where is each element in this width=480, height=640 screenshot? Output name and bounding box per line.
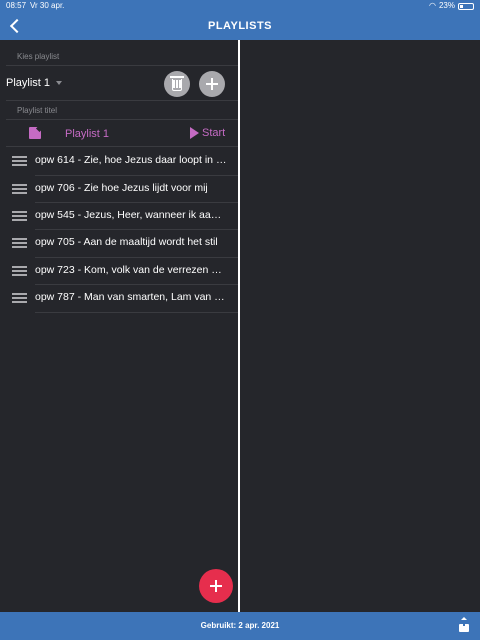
list-item-text: opw 705 - Aan de maaltijd wordt het stil <box>35 236 218 248</box>
divider <box>6 100 238 101</box>
drag-handle-icon[interactable] <box>12 293 27 303</box>
list-item[interactable]: opw 705 - Aan de maaltijd wordt het stil <box>0 229 238 256</box>
drag-handle-icon[interactable] <box>12 266 27 276</box>
battery-percentage: 23% <box>438 1 455 10</box>
list-item[interactable]: opw 787 - Man van smarten, Lam van God <box>0 284 238 311</box>
plus-icon <box>206 78 218 90</box>
list-item[interactable]: opw 706 - Zie hoe Jezus lijdt voor mij <box>0 175 238 202</box>
drag-handle-icon[interactable] <box>12 211 27 221</box>
add-playlist-button[interactable] <box>199 71 225 97</box>
used-date-label: Gebruikt: 2 apr. 2021 <box>200 621 280 630</box>
wifi-icon: ◠ <box>429 1 436 10</box>
playlist-select[interactable]: Playlist 1 <box>6 77 63 89</box>
trash-icon <box>170 76 184 91</box>
list-item[interactable]: opw 545 - Jezus, Heer, wanneer ik aan U … <box>0 202 238 229</box>
bottom-bar: Gebruikt: 2 apr. 2021 <box>0 612 480 640</box>
drag-handle-icon[interactable] <box>12 238 27 248</box>
status-time: 08:57 <box>6 1 27 10</box>
status-date: Vr 30 apr. <box>30 1 65 10</box>
list-item[interactable]: opw 723 - Kom, volk van de verrezen Heer <box>0 257 238 284</box>
add-song-button[interactable] <box>199 569 233 603</box>
choose-playlist-label: Kies playlist <box>17 52 60 61</box>
playlist-panel <box>0 40 238 612</box>
start-label: Start <box>202 127 226 139</box>
divider <box>6 119 238 120</box>
list-item-text: opw 545 - Jezus, Heer, wanneer ik aan U … <box>35 209 227 221</box>
divider <box>35 312 238 313</box>
share-button[interactable] <box>458 617 470 633</box>
battery-icon <box>458 2 474 10</box>
playlist-select-value: Playlist 1 <box>6 77 51 89</box>
delete-playlist-button[interactable] <box>164 71 190 97</box>
playlist-title-label: Playlist titel <box>17 106 58 115</box>
drag-handle-icon[interactable] <box>12 156 27 166</box>
edit-icon[interactable] <box>29 127 41 139</box>
status-bar: 08:57 Vr 30 apr. ◠ 23% <box>0 0 480 12</box>
share-arrow-icon <box>461 617 467 626</box>
start-button[interactable]: Start <box>190 127 225 139</box>
list-item-text: opw 706 - Zie hoe Jezus lijdt voor mij <box>35 182 208 194</box>
play-icon <box>190 127 199 139</box>
list-item-text: opw 723 - Kom, volk van de verrezen Heer <box>35 264 227 276</box>
page-title: PLAYLISTS <box>208 20 272 32</box>
list-item-text: opw 614 - Zie, hoe Jezus daar loopt in d… <box>35 154 227 166</box>
drag-handle-icon[interactable] <box>12 184 27 194</box>
detail-panel <box>240 40 480 612</box>
status-right: ◠ 23% <box>429 0 474 12</box>
list-item[interactable]: opw 614 - Zie, hoe Jezus daar loopt in d… <box>0 147 238 174</box>
caret-down-icon <box>56 81 63 85</box>
playlist-title-value[interactable]: Playlist 1 <box>65 128 109 140</box>
list-item-text: opw 787 - Man van smarten, Lam van God <box>35 291 227 303</box>
nav-bar: PLAYLISTS <box>0 12 480 40</box>
divider <box>6 65 238 66</box>
back-button[interactable] <box>6 16 26 36</box>
